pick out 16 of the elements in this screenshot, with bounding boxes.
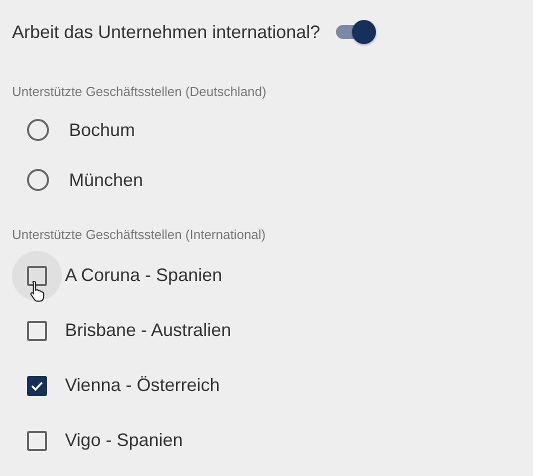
section-label: Unterstützte Geschäftsstellen (Deutschland) xyxy=(12,84,268,99)
checkbox[interactable] xyxy=(27,320,47,340)
radio-button[interactable] xyxy=(27,169,49,191)
toggle-switch[interactable] xyxy=(334,18,378,46)
radio-button[interactable] xyxy=(27,119,49,141)
hand-cursor-icon xyxy=(30,280,46,302)
checkbox-label: Brisbane - Australien xyxy=(65,320,232,341)
checkbox-label: Vigo - Spanien xyxy=(65,430,183,451)
radio-label: München xyxy=(69,170,144,190)
section-label: Unterstützte Geschäftsstellen (International) xyxy=(12,227,267,242)
checkbox-label: A Coruna - Spanien xyxy=(65,265,222,286)
toggle-label: Arbeit das Unternehmen international? xyxy=(12,22,320,42)
checkbox[interactable] xyxy=(27,430,47,450)
checkbox-label: Vienna - Österreich xyxy=(65,375,220,396)
radio-label: Bochum xyxy=(69,120,136,140)
checkbox[interactable] xyxy=(27,376,47,396)
